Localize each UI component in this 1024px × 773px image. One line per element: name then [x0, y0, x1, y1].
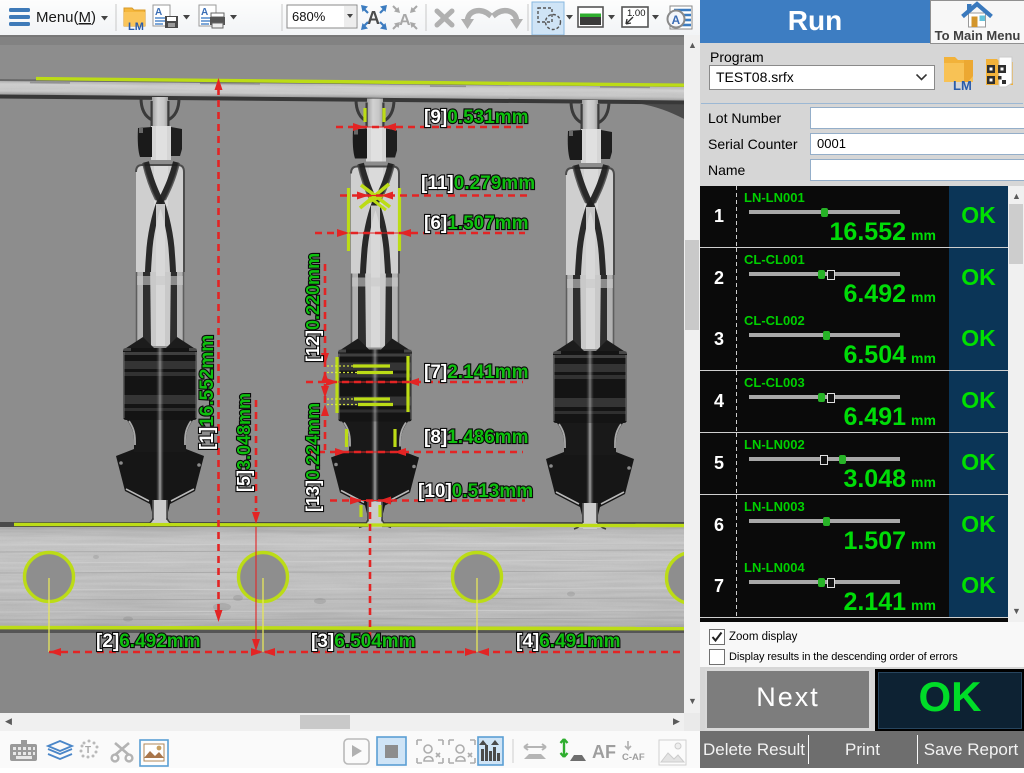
svg-text:Menu(M): Menu(M) [36, 9, 96, 26]
svg-text:A: A [399, 12, 411, 29]
svg-text:1.00: 1.00 [627, 8, 646, 19]
svg-text:[6]1.507mm: [6]1.507mm [424, 213, 529, 234]
svg-text:AF: AF [592, 742, 616, 762]
svg-text:[1]16.552mm: [1]16.552mm [197, 335, 218, 450]
svg-text:A: A [367, 8, 380, 28]
svg-text:[13]0.224mm: [13]0.224mm [303, 403, 323, 512]
svg-text:[7]2.141mm: [7]2.141mm [424, 362, 529, 383]
svg-text:A: A [155, 7, 162, 18]
svg-text:[2]6.492mm: [2]6.492mm [96, 631, 201, 652]
svg-text:C-AF: C-AF [622, 752, 645, 763]
svg-text:[4]6.491mm: [4]6.491mm [516, 631, 621, 652]
svg-text:[10]0.513mm: [10]0.513mm [418, 481, 533, 502]
svg-text:LM: LM [128, 21, 144, 33]
svg-text:[12]0.220mm: [12]0.220mm [303, 253, 323, 362]
svg-text:[3]6.504mm: [3]6.504mm [311, 631, 416, 652]
svg-text:LM: LM [953, 78, 972, 92]
svg-text:A: A [201, 7, 208, 18]
svg-text:[9]0.531mm: [9]0.531mm [424, 107, 529, 128]
svg-text:[8]1.486mm: [8]1.486mm [424, 427, 529, 448]
svg-text:A: A [672, 13, 681, 27]
svg-text:680%: 680% [292, 9, 326, 24]
svg-text:T: T [85, 745, 91, 756]
svg-text:[11]0.279mm: [11]0.279mm [421, 173, 535, 194]
svg-text:[5]3.048mm: [5]3.048mm [234, 393, 254, 492]
